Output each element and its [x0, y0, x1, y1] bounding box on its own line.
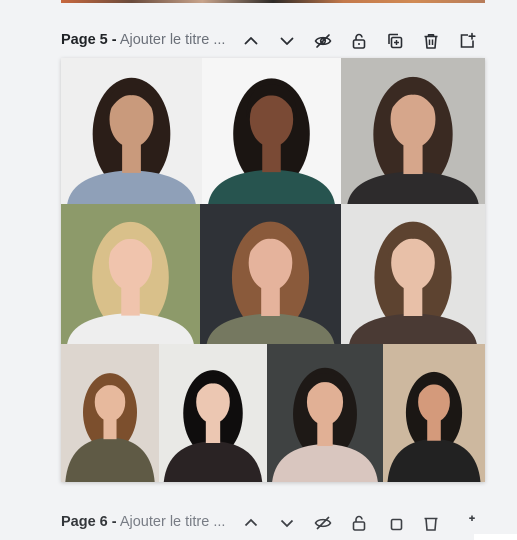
portrait-photo-5[interactable] [200, 204, 341, 344]
add-page-icon [469, 515, 475, 521]
page-title-input[interactable]: Ajouter le titre ... [120, 514, 226, 530]
page-number-label: Page 6 - [61, 514, 117, 530]
move-down-button[interactable] [269, 510, 305, 536]
portrait-image [61, 204, 200, 344]
portrait-image [341, 58, 485, 204]
add-page-icon [460, 32, 476, 48]
portrait-image [341, 204, 485, 344]
duplicate-page-button[interactable] [377, 28, 413, 54]
page-6-header: Page 6 - Ajouter le titre ... [61, 510, 485, 536]
portrait-image [202, 58, 341, 204]
delete-page-button[interactable] [413, 510, 449, 536]
portrait-image [267, 344, 383, 482]
portrait-photo-6[interactable] [341, 204, 485, 344]
page-5-canvas[interactable] [61, 58, 485, 482]
lock-page-button[interactable] [341, 510, 377, 536]
duplicate-icon [390, 518, 403, 531]
portrait-image [383, 344, 485, 482]
delete-page-button[interactable] [413, 28, 449, 54]
page-toolbar [233, 28, 485, 54]
previous-page-bottom-edge [61, 0, 485, 3]
chevron-up-icon [244, 518, 258, 527]
move-down-button[interactable] [269, 28, 305, 54]
move-up-button[interactable] [233, 510, 269, 536]
add-page-button[interactable] [449, 510, 485, 536]
hide-page-button[interactable] [305, 510, 341, 536]
unlock-icon [352, 515, 366, 531]
portrait-photo-1[interactable] [61, 58, 202, 204]
lock-page-button[interactable] [341, 28, 377, 54]
duplicate-icon [388, 33, 403, 49]
portrait-photo-3[interactable] [341, 58, 485, 204]
page-title-input[interactable]: Ajouter le titre ... [120, 32, 226, 48]
chevron-down-icon [280, 37, 294, 45]
chevron-up-icon [244, 37, 258, 45]
eye-slash-icon [314, 516, 332, 530]
portrait-image [159, 344, 267, 482]
portrait-photo-9[interactable] [267, 344, 383, 482]
duplicate-page-button[interactable] [377, 510, 413, 536]
trash-icon [424, 517, 438, 531]
unlock-icon [352, 33, 366, 49]
portrait-image [200, 204, 341, 344]
portrait-photo-4[interactable] [61, 204, 200, 344]
page-title-row[interactable]: Page 6 - Ajouter le titre ... [61, 514, 225, 530]
page-number-label: Page 5 - [61, 32, 117, 48]
page-toolbar [233, 510, 485, 536]
portrait-image [61, 58, 202, 204]
portrait-photo-7[interactable] [61, 344, 159, 482]
portrait-image [61, 344, 159, 482]
page-5-header: Page 5 - Ajouter le titre ... [61, 28, 485, 54]
hide-page-button[interactable] [305, 28, 341, 54]
move-up-button[interactable] [233, 28, 269, 54]
chevron-down-icon [280, 519, 294, 528]
eye-slash-icon [314, 34, 332, 48]
panel-corner [474, 534, 517, 540]
portrait-photo-10[interactable] [383, 344, 485, 482]
portrait-photo-8[interactable] [159, 344, 267, 482]
page-title-row[interactable]: Page 5 - Ajouter le titre ... [61, 32, 225, 48]
trash-icon [424, 34, 438, 49]
add-page-button[interactable] [449, 28, 485, 54]
portrait-photo-2[interactable] [202, 58, 341, 204]
